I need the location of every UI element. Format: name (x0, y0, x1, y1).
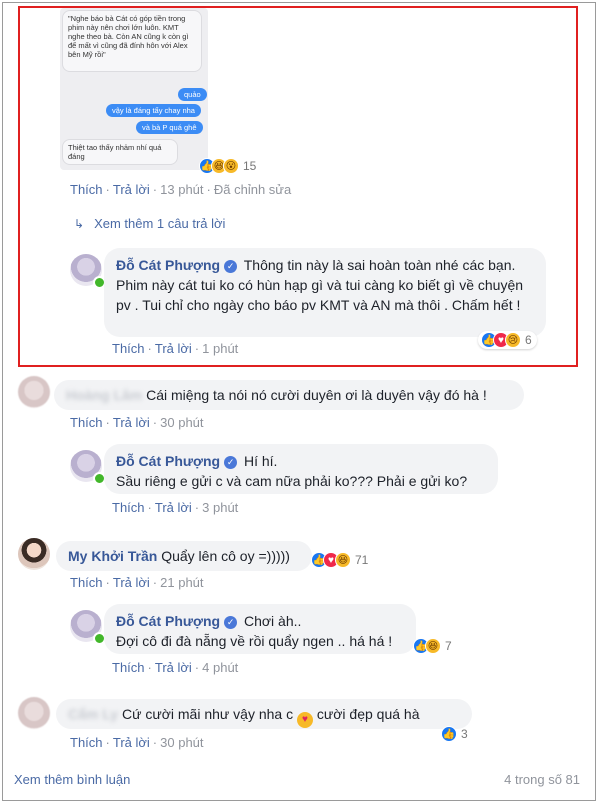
timestamp[interactable]: 30 phút (160, 735, 203, 750)
verified-badge-icon: ✓ (224, 456, 238, 469)
reply-link[interactable]: Trả lời (113, 182, 150, 197)
avatar[interactable] (18, 538, 50, 570)
timestamp[interactable]: 30 phút (160, 415, 203, 430)
view-more-comments-link[interactable]: Xem thêm bình luận (14, 772, 130, 787)
author-name[interactable]: Đỗ Cát Phượng (116, 257, 220, 273)
chat-message-blue: vậy là đáng tẩy chay nha (106, 104, 201, 117)
timestamp[interactable]: 1 phút (202, 341, 238, 356)
reply-link[interactable]: Trả lời (155, 341, 192, 356)
reaction-count: 3 (461, 727, 468, 741)
reply-link[interactable]: Trả lời (113, 735, 150, 750)
comment-text: Quẩy lên cô oy =))))) (161, 548, 290, 564)
comment-counter: 4 trong số 81 (504, 772, 580, 787)
comment-bubble: Cẩm Ly Cứ cười mãi như vậy nha c ♥ cười … (56, 699, 472, 729)
reactions-summary[interactable]: 👍 ♥ 😢 6 (478, 331, 537, 349)
author-name[interactable]: Đỗ Cát Phượng (116, 613, 220, 629)
comment-text: Cứ cười mãi như vậy nha c (121, 706, 294, 722)
edited-label: Đã chỉnh sửa (213, 182, 292, 197)
comment-bubble: My Khởi Trần Quẩy lên cô oy =))))) (56, 541, 312, 571)
like-link[interactable]: Thích (70, 182, 103, 197)
avatar[interactable] (18, 697, 50, 729)
chat-message-blue: và bà P quá ghê (136, 121, 203, 134)
reply-link[interactable]: Trả lời (155, 500, 192, 515)
author-name[interactable]: Đỗ Cát Phượng (116, 453, 220, 469)
like-link[interactable]: Thích (70, 575, 103, 590)
avatar[interactable] (18, 376, 50, 408)
reply-link[interactable]: Trả lời (113, 415, 150, 430)
timestamp[interactable]: 21 phút (160, 575, 203, 590)
reply-link[interactable]: Trả lời (155, 660, 192, 675)
heart-eyes-emoji-icon: ♥ (296, 712, 313, 728)
timestamp[interactable]: 4 phút (202, 660, 238, 675)
like-link[interactable]: Thích (112, 660, 145, 675)
chat-message-gray: Thiệt tao thấy nhảm nhí quá đáng (62, 139, 178, 165)
reactions-summary[interactable]: 👍 😆 7 (410, 637, 457, 655)
comment-bubble: Đỗ Cát Phượng ✓ Hí hí. Sầu riêng e gửi c … (104, 444, 498, 494)
comment-actions: Thích · Trả lời · 13 phút · Đã chỉnh sửa (70, 182, 292, 197)
reactions-summary[interactable]: 👍 😆 😮 15 (196, 157, 261, 175)
comment-actions: Thích · Trả lời · 30 phút (70, 415, 204, 430)
timestamp[interactable]: 3 phút (202, 500, 238, 515)
see-more-replies[interactable]: ↳ Xem thêm 1 câu trả lời (74, 216, 225, 231)
like-link[interactable]: Thích (70, 735, 103, 750)
comment-actions: Thích · Trả lời · 30 phút (70, 735, 204, 750)
haha-icon: 😆 (335, 552, 351, 568)
haha-icon: 😆 (425, 638, 441, 654)
reaction-count: 15 (243, 159, 257, 173)
comment-actions: Thích · Trả lời · 3 phút (112, 500, 239, 515)
verified-badge-icon: ✓ (224, 616, 238, 629)
see-more-replies-label: Xem thêm 1 câu trả lời (94, 216, 226, 231)
like-icon: 👍 (441, 726, 457, 742)
like-link[interactable]: Thích (70, 415, 103, 430)
comment-actions: Thích · Trả lời · 21 phút (70, 575, 204, 590)
author-name[interactable]: My Khởi Trần (68, 548, 157, 564)
chat-message-gray: "Nghe báo bà Cát có góp tiền trong phim … (62, 10, 202, 72)
comment-bubble: Đỗ Cát Phượng ✓ Thông tin này là sai hoàn… (104, 248, 546, 337)
comment-text: cười đẹp quá hà (316, 706, 420, 722)
comment-actions: Thích · Trả lời · 4 phút (112, 660, 239, 675)
like-link[interactable]: Thích (112, 341, 145, 356)
reply-arrow-icon: ↳ (74, 217, 85, 231)
comment-bubble: Đỗ Cát Phượng ✓ Chơi àh.. Đợi cô đi đà nẵ… (104, 604, 416, 654)
verified-badge-icon: ✓ (224, 260, 238, 273)
comment-bubble: Hoàng Lâm Cái miệng ta nói nó cười duyên… (54, 380, 524, 410)
comment-text: Hí hí. (243, 453, 278, 469)
chat-screenshot-image: "Nghe báo bà Cát có góp tiền trong phim … (60, 8, 208, 170)
reply-link[interactable]: Trả lời (113, 575, 150, 590)
author-name[interactable]: Cẩm Ly (68, 706, 118, 722)
reaction-count: 71 (355, 553, 369, 567)
timestamp[interactable]: 13 phút (160, 182, 203, 197)
comment-actions: Thích · Trả lời · 1 phút (112, 341, 239, 356)
author-name[interactable]: Hoàng Lâm (66, 387, 142, 403)
comment-text: Chơi àh.. (243, 613, 302, 629)
reaction-count: 6 (525, 333, 532, 347)
reactions-summary[interactable]: 👍 3 (438, 725, 473, 743)
comment-text: Sầu riêng e gửi c và cam nữa phải ko??? … (116, 473, 468, 489)
sad-icon: 😢 (505, 332, 521, 348)
comment-text: Cái miệng ta nói nó cười duyên ơi là duy… (146, 387, 487, 403)
reactions-summary[interactable]: 👍 ♥ 😆 71 (308, 551, 373, 569)
like-link[interactable]: Thích (112, 500, 145, 515)
reaction-count: 7 (445, 639, 452, 653)
wow-icon: 😮 (223, 158, 239, 174)
chat-message-blue: quảo (178, 88, 207, 101)
comment-text: Đợi cô đi đà nẵng về rồi quẩy ngen .. há… (116, 633, 393, 649)
